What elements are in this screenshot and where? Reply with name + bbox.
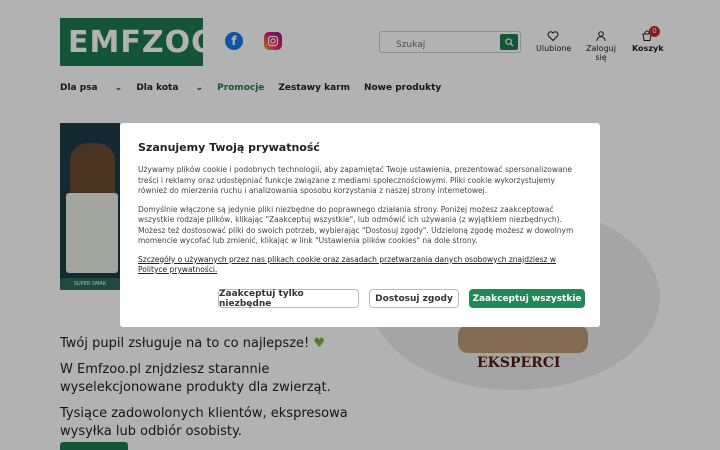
accept-necessary-button[interactable]: Zaakceptuj tylko niezbędne (218, 289, 359, 309)
accept-all-button[interactable]: Zaakceptuj wszystkie (469, 289, 585, 308)
customize-consent-button[interactable]: Dostosuj zgody (369, 289, 459, 308)
cookie-title: Szanujemy Twoją prywatność (138, 141, 320, 154)
cookie-paragraph-2: Domyślnie włączone są jedynie pliki niez… (138, 204, 574, 246)
cookie-buttons: Zaakceptuj tylko niezbędne Dostosuj zgod… (218, 289, 585, 309)
cookie-consent-dialog: Szanujemy Twoją prywatność Używamy plikó… (120, 123, 600, 327)
privacy-policy-link[interactable]: Szczegóły o używanych przez nas plikach … (138, 255, 582, 276)
cookie-paragraph-1: Używamy plików cookie i podobnych techno… (138, 165, 572, 195)
